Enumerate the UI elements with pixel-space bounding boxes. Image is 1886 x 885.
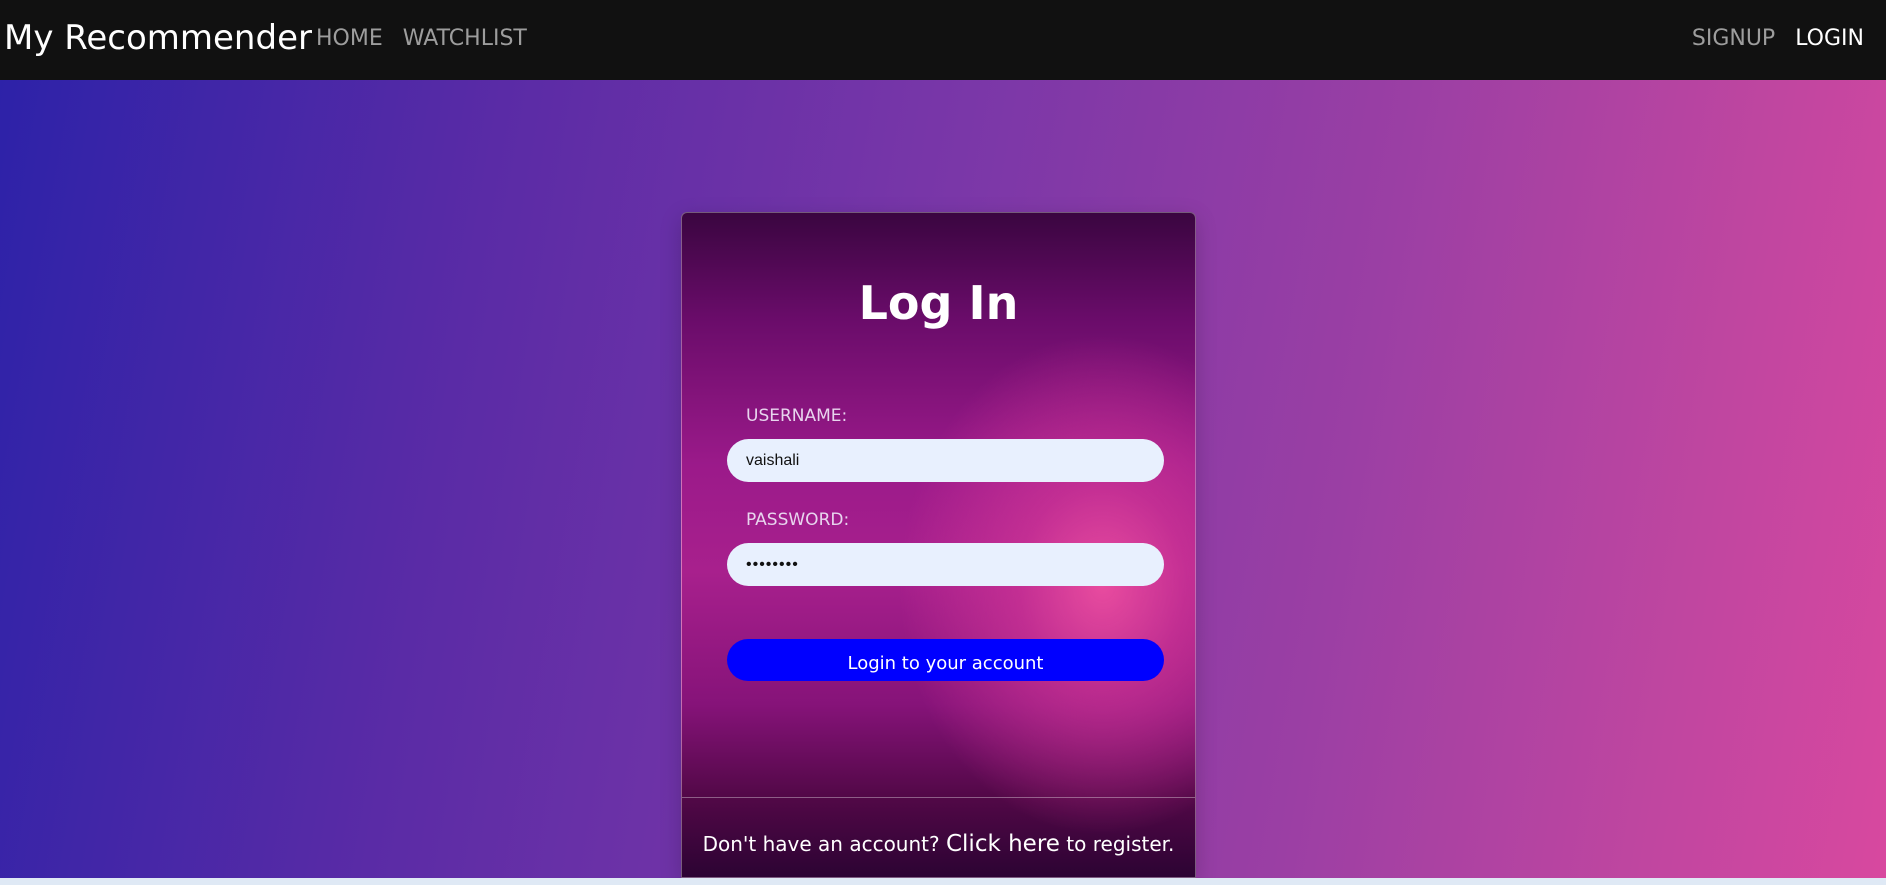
password-input[interactable] (727, 543, 1164, 586)
register-link[interactable]: Click here (946, 831, 1060, 857)
top-navbar: My Recommender HOME WATCHLIST SIGNUP LOG… (0, 0, 1886, 80)
nav-left-links: HOME WATCHLIST (316, 24, 527, 54)
password-label: PASSWORD: (746, 510, 850, 530)
nav-login-link[interactable]: LOGIN (1795, 24, 1864, 54)
register-suffix-text: to register. (1059, 832, 1175, 856)
nav-signup-link[interactable]: SIGNUP (1692, 24, 1775, 54)
login-submit-button[interactable]: Login to your account (727, 639, 1164, 681)
login-title: Log In (858, 276, 1019, 330)
login-card: Log In USERNAME: PASSWORD: Login to your… (681, 212, 1196, 878)
username-input[interactable] (727, 439, 1164, 482)
card-divider (682, 797, 1195, 798)
nav-watchlist-link[interactable]: WATCHLIST (403, 24, 527, 54)
nav-home-link[interactable]: HOME (316, 24, 383, 54)
brand-logo-link[interactable]: My Recommender (4, 16, 312, 60)
nav-right-links: SIGNUP LOGIN (1692, 24, 1864, 54)
username-label: USERNAME: (746, 406, 848, 426)
bottom-strip (0, 878, 1886, 885)
register-prompt: Don't have an account? Click here to reg… (682, 830, 1195, 858)
register-prefix-text: Don't have an account? (702, 832, 946, 856)
